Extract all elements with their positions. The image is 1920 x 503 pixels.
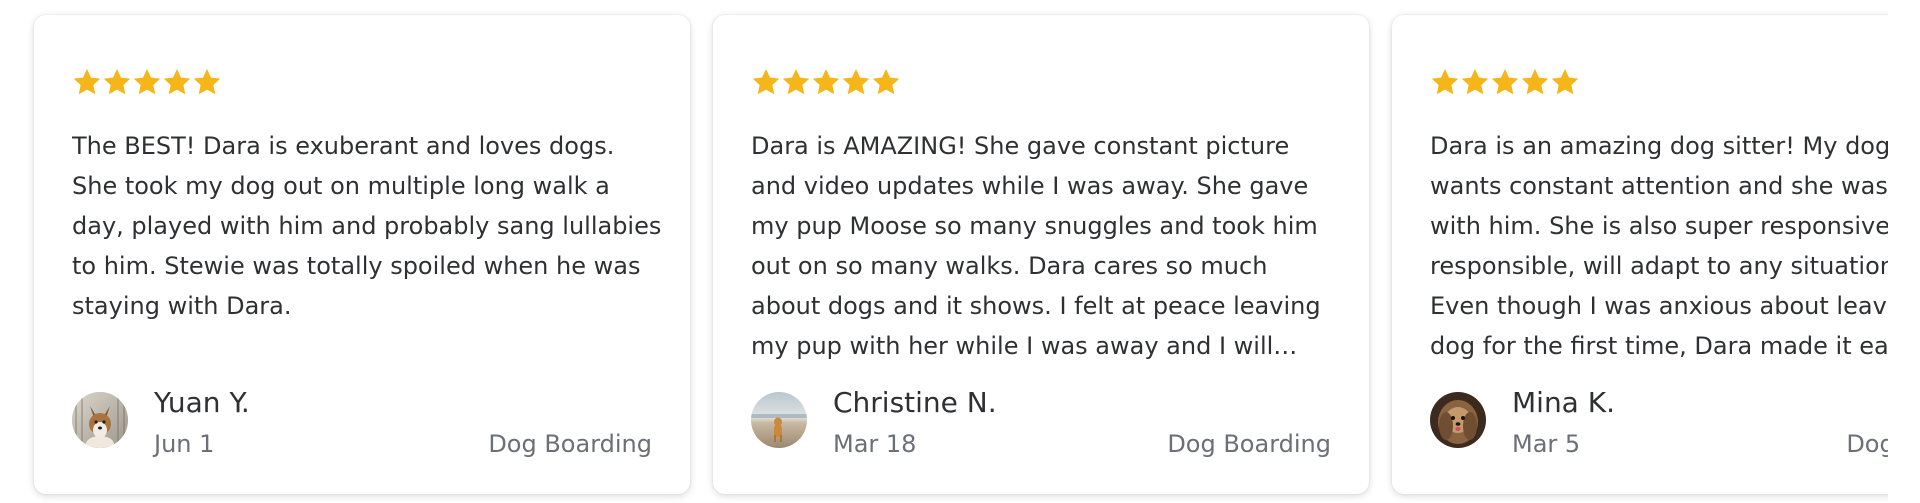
star-rating bbox=[751, 67, 901, 97]
reviews-carousel: The BEST! Dara is exuberant and loves do… bbox=[0, 0, 1888, 503]
review-text: Dara is an amazing dog sitter! My dog li… bbox=[1430, 132, 1888, 360]
review-text: The BEST! Dara is exuberant and loves do… bbox=[72, 132, 662, 320]
star-icon bbox=[103, 69, 131, 95]
review-date: Jun 1 bbox=[154, 430, 215, 458]
star-icon bbox=[1551, 69, 1579, 95]
review-card: The BEST! Dara is exuberant and loves do… bbox=[34, 15, 690, 494]
yorkie-dog-photo-icon bbox=[1430, 392, 1486, 448]
reviewer-name: Mina K. bbox=[1512, 386, 1616, 419]
star-icon bbox=[1491, 69, 1519, 95]
service-type: Dog Boarding bbox=[488, 430, 652, 458]
dog-on-beach-photo-icon bbox=[751, 392, 807, 448]
service-type: Dog Boarding bbox=[1846, 430, 1888, 458]
star-icon bbox=[1521, 69, 1549, 95]
review-date: Mar 18 bbox=[833, 430, 917, 458]
star-icon bbox=[1461, 69, 1489, 95]
corgi-dog-photo-icon bbox=[72, 392, 128, 448]
review-card: Dara is AMAZING! She gave constant pictu… bbox=[713, 15, 1369, 494]
review-date: Mar 5 bbox=[1512, 430, 1581, 458]
star-rating bbox=[72, 67, 222, 97]
star-icon bbox=[872, 69, 900, 95]
star-icon bbox=[73, 69, 101, 95]
star-icon bbox=[1431, 69, 1459, 95]
reviewer-name: Christine N. bbox=[833, 386, 997, 419]
star-icon bbox=[842, 69, 870, 95]
star-icon bbox=[812, 69, 840, 95]
star-icon bbox=[752, 69, 780, 95]
star-icon bbox=[163, 69, 191, 95]
star-icon bbox=[193, 69, 221, 95]
star-icon bbox=[782, 69, 810, 95]
reviewer-name: Yuan Y. bbox=[154, 386, 250, 419]
star-icon bbox=[133, 69, 161, 95]
review-card: Dara is an amazing dog sitter! My dog li… bbox=[1392, 15, 1888, 494]
service-type: Dog Boarding bbox=[1167, 430, 1331, 458]
star-rating bbox=[1430, 67, 1580, 97]
review-text: Dara is AMAZING! She gave constant pictu… bbox=[751, 132, 1321, 360]
